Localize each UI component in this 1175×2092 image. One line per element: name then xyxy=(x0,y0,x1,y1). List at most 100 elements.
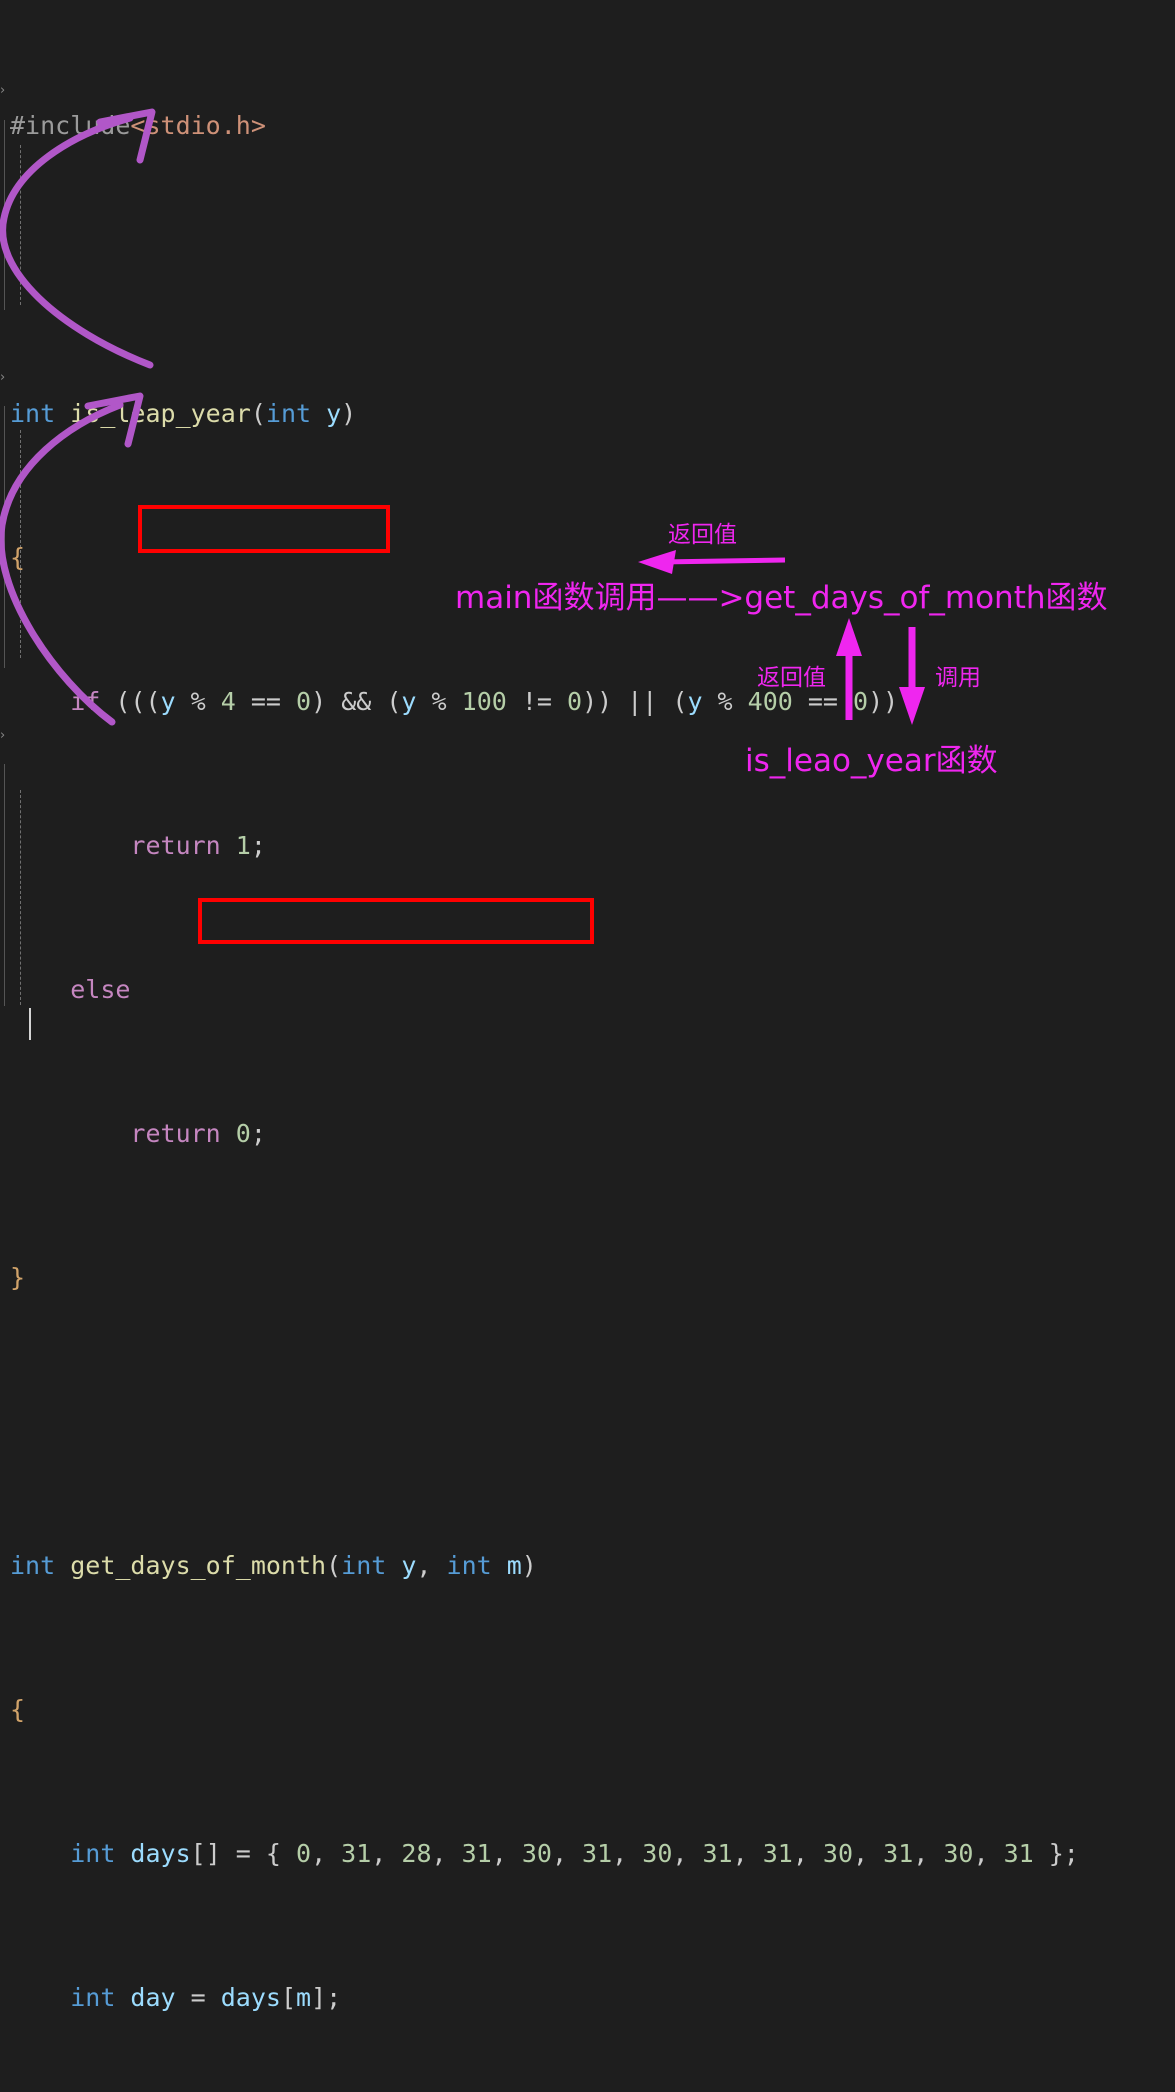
token-keyword-if: if xyxy=(70,687,101,716)
token-keyword: int xyxy=(446,1551,492,1580)
token-number: 31 xyxy=(883,1839,914,1868)
token-op: % xyxy=(175,687,221,716)
token-number: 31 xyxy=(582,1839,613,1868)
token-op: = xyxy=(175,1983,221,2012)
token-punc: , xyxy=(491,1839,522,1868)
code-line[interactable]: return 1; xyxy=(0,828,1175,864)
annotation-return-value-top: 返回值 xyxy=(668,522,737,548)
code-content[interactable]: #include<stdio.h> int is_leap_year(int y… xyxy=(0,0,1175,2092)
code-line[interactable]: } xyxy=(0,1260,1175,1296)
token-punc: , xyxy=(973,1839,1004,1868)
token-number: 30 xyxy=(642,1839,673,1868)
token-include: #include xyxy=(10,111,131,140)
token-punc: ( xyxy=(326,1551,342,1580)
token-punc: ]; xyxy=(311,1983,342,2012)
annotation-return-value-mid: 返回值 xyxy=(757,665,826,691)
token-punc: )) xyxy=(868,687,899,716)
token-number: 31 xyxy=(702,1839,733,1868)
token-function-get-days-of-month: get_days_of_month xyxy=(70,1551,327,1580)
token-param: y xyxy=(311,399,342,428)
token-number: 28 xyxy=(401,1839,432,1868)
token-punc: , xyxy=(672,1839,703,1868)
token-number: 4 xyxy=(220,687,236,716)
token-number: 1 xyxy=(220,831,251,860)
token-punc: , xyxy=(792,1839,823,1868)
token-number: 31 xyxy=(762,1839,793,1868)
text-caret xyxy=(29,1008,31,1040)
code-line[interactable]: return 0; xyxy=(0,1116,1175,1152)
token-punc: )) || ( xyxy=(582,687,688,716)
token-punc: ; xyxy=(250,831,266,860)
token-punc: , xyxy=(551,1839,583,1868)
token-param: m xyxy=(491,1551,522,1580)
token-op: == xyxy=(235,687,297,716)
token-op: % xyxy=(702,687,748,716)
token-keyword: int xyxy=(10,1551,56,1580)
token-punc: ) && ( xyxy=(311,687,402,716)
token-var: day xyxy=(115,1983,176,2012)
token-brace: { xyxy=(10,1695,26,1724)
token-number: 31 xyxy=(1003,1839,1034,1868)
token-punc: , xyxy=(416,1551,447,1580)
code-line[interactable]: int is_leap_year(int y) xyxy=(0,396,1175,432)
annotation-main-call-flow: main函数调用——>get_days_of_month函数 xyxy=(455,580,1108,616)
token-keyword: int xyxy=(341,1551,387,1580)
token-punc: ((( xyxy=(100,687,161,716)
token-var: m xyxy=(296,1983,312,2012)
token-var: y xyxy=(687,687,703,716)
code-line[interactable]: else xyxy=(0,972,1175,1008)
token-var: y xyxy=(401,687,417,716)
token-number: 0 xyxy=(853,687,869,716)
token-keyword: int xyxy=(70,1983,116,2012)
code-line[interactable]: { xyxy=(0,1692,1175,1728)
token-punc: }; xyxy=(1033,1839,1079,1868)
token-param: y xyxy=(386,1551,417,1580)
code-editor[interactable]: › › › #include<stdio.h> int is_leap_year… xyxy=(0,0,1175,2012)
token-keyword-else: else xyxy=(70,975,131,1004)
code-line[interactable]: int get_days_of_month(int y, int m) xyxy=(0,1548,1175,1584)
token-keyword: int xyxy=(70,1839,116,1868)
code-line[interactable]: #include<stdio.h> xyxy=(0,108,1175,144)
annotation-call-label: 调用 xyxy=(935,665,981,691)
token-punc: ( xyxy=(250,399,266,428)
code-line-blank[interactable] xyxy=(0,252,1175,288)
token-op: % xyxy=(416,687,462,716)
token-op: != xyxy=(506,687,568,716)
token-number: 0 xyxy=(220,1119,251,1148)
token-var: y xyxy=(160,687,176,716)
token-punc: ) xyxy=(341,399,357,428)
code-line[interactable]: if (((y % 4 == 0) && (y % 100 != 0)) || … xyxy=(0,684,1175,720)
annotation-is-leap-year-function: is_leao_year函数 xyxy=(745,743,998,779)
token-number: 100 xyxy=(461,687,507,716)
token-number: 30 xyxy=(822,1839,854,1868)
token-number: 31 xyxy=(341,1839,372,1868)
token-number: 30 xyxy=(521,1839,552,1868)
code-line-blank[interactable] xyxy=(0,1404,1175,1440)
token-var: days xyxy=(115,1839,191,1868)
token-punc: , xyxy=(913,1839,944,1868)
token-number: 0 xyxy=(296,687,312,716)
token-brace: } xyxy=(10,1263,26,1292)
token-punc: , xyxy=(431,1839,462,1868)
token-punc: [ xyxy=(280,1983,297,2012)
token-number: 0 xyxy=(296,1839,312,1868)
token-punc: ; xyxy=(250,1119,266,1148)
code-line[interactable]: int day = days[m]; xyxy=(0,1980,1175,2016)
token-function-is-leap-year: is_leap_year xyxy=(70,399,251,428)
token-punc: , xyxy=(853,1839,884,1868)
token-punc: , xyxy=(371,1839,402,1868)
token-keyword: int xyxy=(265,399,312,428)
token-brace: { xyxy=(10,543,26,572)
code-line[interactable]: int days[] = { 0, 31, 28, 31, 30, 31, 30… xyxy=(0,1836,1175,1872)
token-number: 0 xyxy=(567,687,583,716)
token-keyword: int xyxy=(10,399,56,428)
token-punc: , xyxy=(612,1839,643,1868)
code-line[interactable]: { xyxy=(0,540,1175,576)
